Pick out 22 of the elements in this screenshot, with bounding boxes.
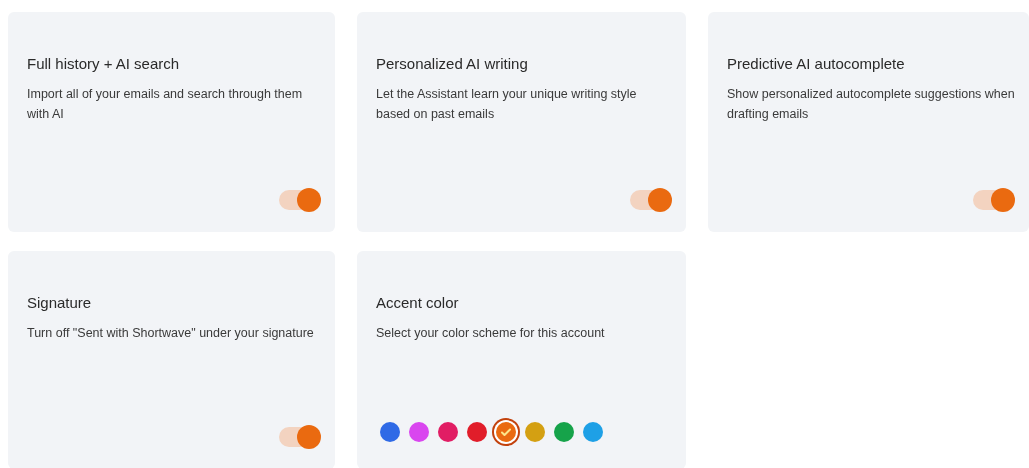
color-swatch[interactable] xyxy=(467,422,487,442)
card-title: Predictive AI autocomplete xyxy=(727,54,906,74)
card-description: Turn off "Sent with Shortwave" under your signature xyxy=(27,325,315,342)
toggle-switch[interactable] xyxy=(630,190,670,210)
card-description: Let the Assistant learn your unique writing style based on past emails xyxy=(376,86,638,123)
toggle-switch[interactable] xyxy=(279,427,319,447)
toggle-switch[interactable] xyxy=(973,190,1013,210)
toggle-switch[interactable] xyxy=(279,190,319,210)
card-title: Accent color xyxy=(376,293,460,313)
color-swatch[interactable] xyxy=(409,422,429,442)
card-title: Personalized AI writing xyxy=(376,54,529,74)
color-swatch[interactable] xyxy=(554,422,574,442)
card-description: Import all of your emails and search through them with AI xyxy=(27,86,304,123)
check-icon xyxy=(500,426,512,438)
card-description: Show personalized autocomplete suggestions when drafting emails xyxy=(727,86,1016,123)
color-swatch[interactable] xyxy=(380,422,400,442)
color-swatch[interactable] xyxy=(525,422,545,442)
card-title: Full history + AI search xyxy=(27,54,181,74)
color-swatch[interactable] xyxy=(583,422,603,442)
card-title: Signature xyxy=(27,293,93,313)
color-swatch[interactable] xyxy=(438,422,458,442)
card-description: Select your color scheme for this account xyxy=(376,325,606,342)
